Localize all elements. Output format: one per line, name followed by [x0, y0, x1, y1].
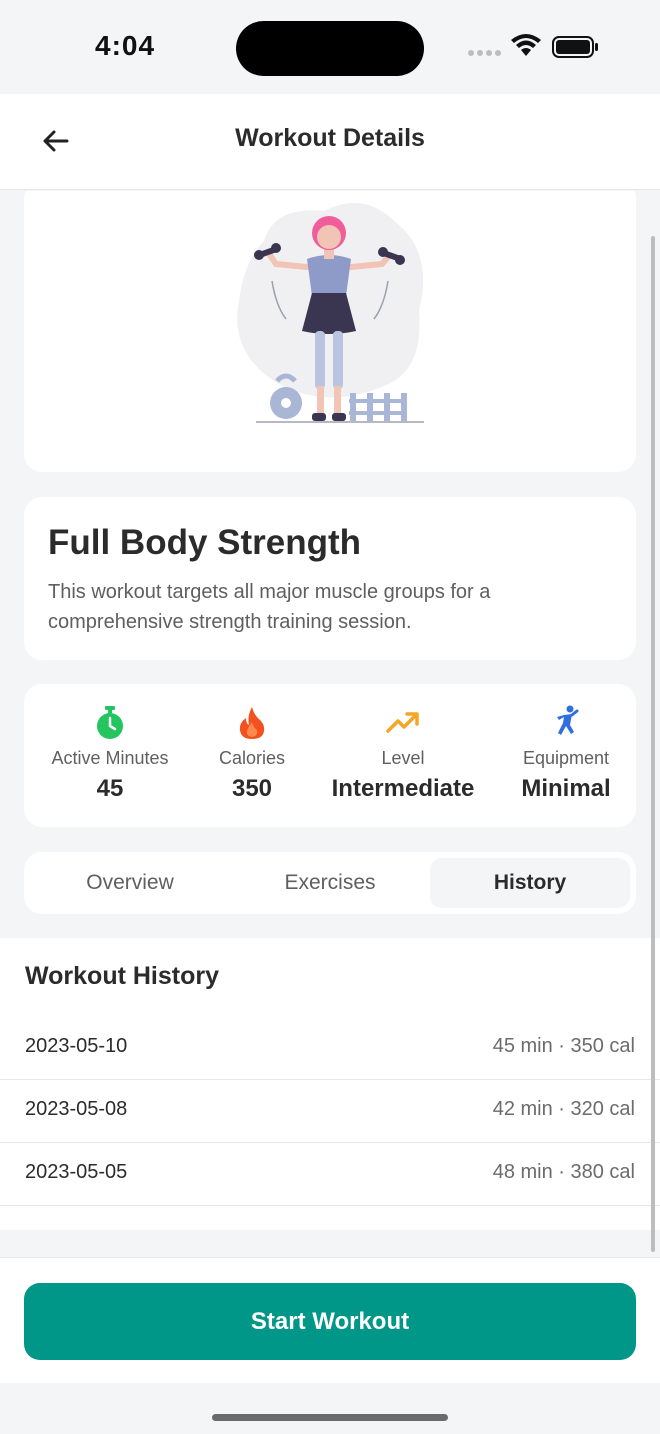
stat-value: 45: [96, 775, 124, 802]
page-title: Workout Details: [235, 124, 425, 152]
stat-label: Equipment: [522, 748, 610, 768]
tab-exercises[interactable]: Exercises: [230, 858, 430, 908]
stats-card: Active Minutes 45 Calories 350 Level Int…: [24, 684, 636, 827]
stat-value: 350: [231, 775, 273, 802]
stat-value: Intermediate: [331, 775, 475, 802]
tab-overview[interactable]: Overview: [30, 858, 230, 908]
stat-value: Minimal: [521, 775, 611, 802]
dynamic-island: [236, 21, 424, 76]
start-workout-button[interactable]: Start Workout: [24, 1283, 636, 1360]
history-meta: 42 min · 320 cal: [492, 1098, 635, 1120]
trending-up-icon: [386, 712, 419, 733]
status-time: 4:04: [95, 30, 156, 61]
history-row[interactable]: 2023-05-05 48 min · 380 cal: [0, 1143, 660, 1206]
workout-description: This workout targets all major muscle gr…: [48, 581, 491, 633]
home-indicator[interactable]: [212, 1414, 448, 1421]
history-date: 2023-05-10: [25, 1035, 128, 1057]
stat-active-minutes: Active Minutes 45: [30, 706, 190, 803]
workout-info-card: Full Body Strength This workout targets …: [24, 497, 636, 660]
workout-name: Full Body Strength: [48, 523, 362, 562]
stat-label: Calories: [218, 748, 286, 768]
nav-header: Workout Details: [0, 94, 660, 190]
footer: Start Workout: [0, 1257, 660, 1383]
history-row[interactable]: 2023-05-08 42 min · 320 cal: [0, 1080, 660, 1143]
stopwatch-icon: [97, 706, 123, 739]
cellular-signal-icon: [468, 50, 501, 56]
tab-history[interactable]: History: [430, 858, 630, 908]
history-date: 2023-05-05: [25, 1161, 128, 1183]
hero-image-card: [24, 191, 636, 472]
stat-level: Level Intermediate: [323, 706, 483, 803]
tab-bar: Overview Exercises History: [24, 852, 636, 914]
scroll-content[interactable]: Full Body Strength This workout targets …: [0, 191, 660, 1257]
history-date: 2023-05-08: [25, 1098, 128, 1120]
status-bar: 4:04: [0, 0, 660, 94]
flame-icon: [239, 707, 265, 739]
workout-illustration: [237, 203, 424, 423]
athlete-icon: [557, 705, 579, 735]
stat-equipment: Equipment Minimal: [486, 705, 646, 803]
stat-calories: Calories 350: [172, 706, 332, 803]
wifi-icon: [511, 34, 541, 56]
workout-history-section: Workout History 2023-05-10 45 min · 350 …: [0, 938, 660, 1230]
stat-label: Active Minutes: [51, 748, 169, 768]
scrollbar[interactable]: [651, 236, 655, 1252]
history-meta: 48 min · 380 cal: [492, 1161, 635, 1183]
battery-icon: [552, 36, 598, 58]
history-row[interactable]: 2023-05-10 45 min · 350 cal: [0, 1017, 660, 1080]
history-meta: 45 min · 350 cal: [492, 1035, 635, 1057]
stat-label: Level: [381, 748, 425, 768]
history-title: Workout History: [25, 962, 219, 990]
